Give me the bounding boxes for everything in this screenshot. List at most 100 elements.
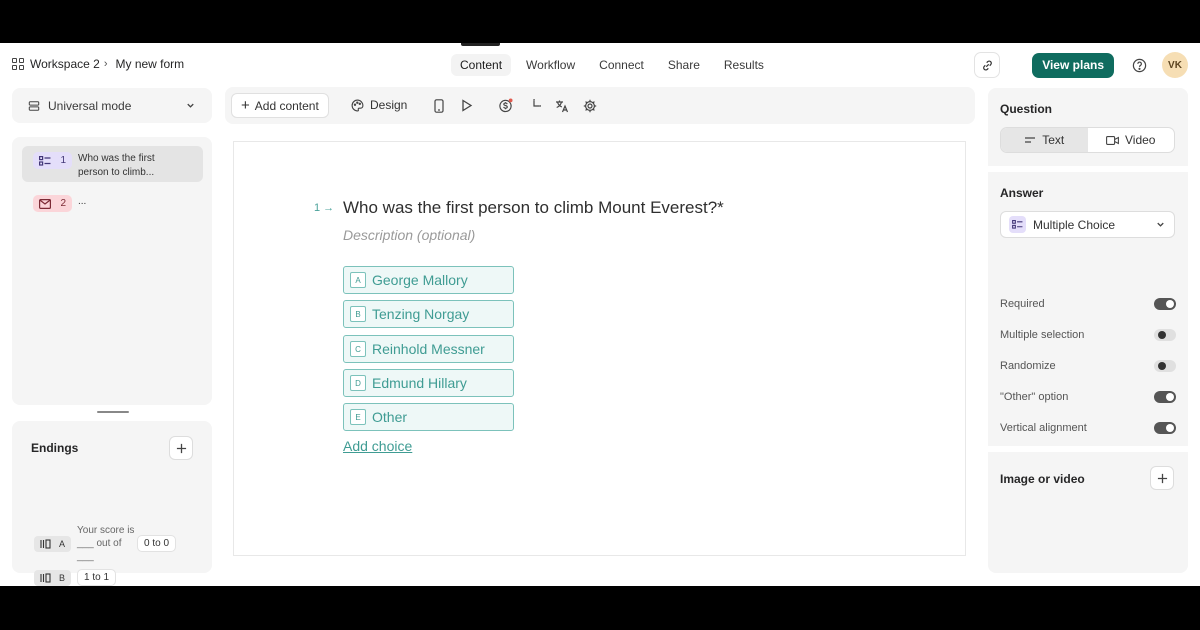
- question-type-badge: 1: [33, 152, 72, 169]
- ending-text: Your score is ___ out of ___: [77, 525, 135, 562]
- logic-button[interactable]: [526, 98, 541, 113]
- chevron-down-icon: [1157, 222, 1164, 227]
- ending-icon: [40, 538, 51, 549]
- ending-item-b[interactable]: B 1 to 1: [34, 569, 117, 586]
- question-title[interactable]: Who was the first person to climb Mount …: [343, 198, 724, 218]
- ending-icon: [40, 572, 51, 583]
- chevron-right-icon: ›: [103, 58, 108, 70]
- multiple-choice-icon: [1009, 216, 1026, 233]
- text-lines-icon: [1025, 137, 1036, 143]
- resize-handle[interactable]: [97, 411, 129, 413]
- choice-key: B: [350, 306, 366, 322]
- add-ending-button[interactable]: [169, 436, 193, 460]
- question-media-toggle: Text Video: [1000, 127, 1175, 153]
- top-bar: Workspace 2 › My new form Content Workfl…: [0, 43, 1200, 87]
- add-content-label: Add content: [254, 98, 319, 113]
- option-required: Required: [1000, 298, 1176, 310]
- nav-tabs: Content Workflow Connect Share Results: [451, 54, 773, 76]
- panel-divider: [988, 166, 1188, 172]
- description-input[interactable]: Description (optional): [343, 227, 475, 243]
- help-button[interactable]: [1126, 52, 1152, 78]
- plus-icon: +: [241, 97, 250, 114]
- design-button[interactable]: Design: [351, 98, 407, 112]
- score-range-chip: 0 to 0: [137, 535, 177, 552]
- answer-type-select[interactable]: Multiple Choice: [1000, 211, 1175, 238]
- gear-icon: [583, 99, 596, 112]
- choice-option-b[interactable]: B Tenzing Norgay: [343, 300, 514, 328]
- monetize-button[interactable]: [498, 98, 513, 113]
- choice-option-a[interactable]: A George Mallory: [343, 266, 514, 294]
- option-other: "Other" option: [1000, 391, 1176, 403]
- randomize-toggle[interactable]: [1154, 360, 1176, 372]
- choice-option-d[interactable]: D Edmund Hillary: [343, 369, 514, 397]
- choice-option-c[interactable]: C Reinhold Messner: [343, 335, 514, 363]
- app-window: Workspace 2 › My new form Content Workfl…: [0, 43, 1200, 586]
- segment-video[interactable]: Video: [1088, 128, 1175, 152]
- add-content-button[interactable]: + Add content: [231, 93, 329, 118]
- link-icon: [982, 60, 992, 70]
- mode-selector[interactable]: Universal mode: [12, 88, 212, 123]
- choice-label: Edmund Hillary: [372, 375, 467, 391]
- choice-label: Tenzing Norgay: [372, 306, 470, 322]
- choice-key: E: [350, 409, 366, 425]
- header-actions: View plans VK: [974, 52, 1188, 78]
- question-label: ...: [78, 196, 87, 207]
- panel-divider: [988, 446, 1188, 452]
- dollar-circle-icon: [499, 98, 513, 113]
- breadcrumb-form[interactable]: My new form: [115, 57, 184, 71]
- breadcrumb-workspace[interactable]: Workspace 2: [30, 57, 100, 71]
- chevron-down-icon: [187, 103, 194, 108]
- ending-letter: A: [58, 538, 65, 549]
- mobile-icon: [433, 98, 444, 113]
- choice-label: George Mallory: [372, 272, 468, 288]
- tab-results[interactable]: Results: [715, 54, 773, 76]
- choice-label: Other: [372, 409, 408, 425]
- mode-label: Universal mode: [48, 98, 132, 113]
- settings-button[interactable]: [582, 98, 597, 113]
- option-vertical-alignment: Vertical alignment: [1000, 422, 1176, 434]
- breadcrumb: Workspace 2 › My new form: [12, 57, 184, 71]
- avatar[interactable]: VK: [1162, 52, 1188, 78]
- tab-workflow[interactable]: Workflow: [517, 54, 584, 76]
- multiple-selection-toggle[interactable]: [1154, 329, 1176, 341]
- view-plans-button[interactable]: View plans: [1032, 52, 1114, 78]
- copy-link-button[interactable]: [974, 52, 1001, 78]
- question-number-indicator: 1 →: [314, 202, 335, 214]
- choice-key: D: [350, 375, 366, 391]
- ending-item-a[interactable]: A Your score is ___ out of ___ 0 to 0: [34, 524, 177, 563]
- list-item-question-2[interactable]: 2 ...: [22, 189, 203, 225]
- choice-option-e[interactable]: E Other: [343, 403, 514, 431]
- tab-connect[interactable]: Connect: [590, 54, 653, 76]
- other-option-toggle[interactable]: [1154, 391, 1176, 403]
- question-number: 2: [60, 197, 66, 209]
- plus-icon: [176, 443, 186, 453]
- design-label: Design: [370, 98, 408, 112]
- email-icon: [39, 198, 51, 209]
- answer-type-label: Multiple Choice: [1033, 217, 1116, 232]
- question-label: Who was the first person to climb...: [78, 153, 155, 178]
- vertical-alignment-toggle[interactable]: [1154, 422, 1176, 434]
- progress-circle-icon: [532, 98, 541, 107]
- video-icon: [1106, 135, 1119, 145]
- translate-button[interactable]: [554, 98, 569, 113]
- question-heading: Question: [1000, 102, 1053, 116]
- multiple-choice-icon: [39, 155, 51, 166]
- endings-panel: Endings A Your score is ___ out of ___ 0…: [12, 421, 212, 586]
- required-toggle[interactable]: [1154, 298, 1176, 310]
- mobile-preview-button[interactable]: [431, 98, 446, 113]
- score-range-chip: 1 to 1: [77, 569, 117, 586]
- add-choice-link[interactable]: Add choice: [343, 438, 412, 454]
- preview-button[interactable]: [459, 98, 474, 113]
- question-list: 1 Who was the first person to climb... 2…: [12, 137, 212, 405]
- workspace-grid-icon: [12, 58, 24, 70]
- list-item-question-1[interactable]: 1 Who was the first person to climb...: [22, 146, 203, 182]
- tab-content[interactable]: Content: [451, 54, 512, 76]
- tab-share[interactable]: Share: [659, 54, 709, 76]
- add-media-button[interactable]: [1150, 466, 1174, 490]
- arrow-right-icon: →: [320, 202, 335, 214]
- segment-text[interactable]: Text: [1001, 128, 1088, 152]
- ending-badge: A: [34, 535, 71, 552]
- play-icon: [461, 99, 472, 112]
- palette-icon: [351, 99, 364, 111]
- ending-letter: B: [58, 572, 65, 583]
